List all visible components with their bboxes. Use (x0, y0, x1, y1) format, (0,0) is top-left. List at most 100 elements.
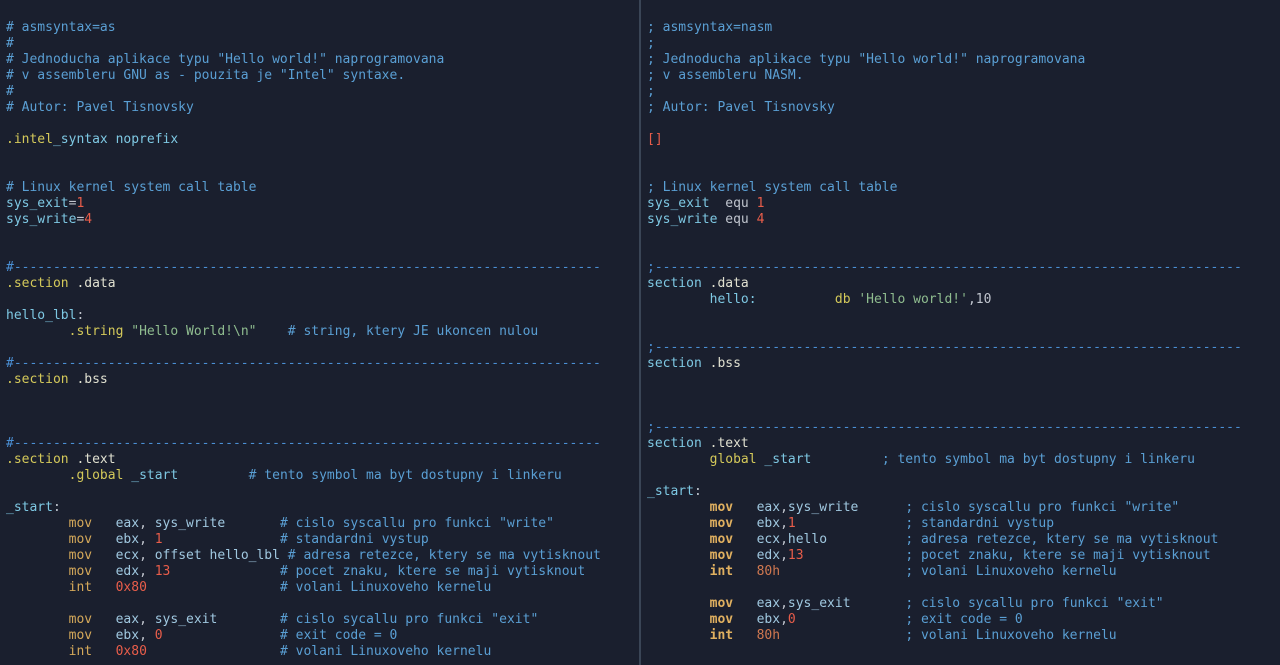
comment-line: # adresa retezce, ktery se ma vytisknout (288, 548, 601, 563)
comma: , (139, 612, 155, 627)
sys-exit-ref: sys_exit (155, 612, 218, 627)
comment-line: # Autor: Pavel Tisnovsky (6, 100, 194, 115)
comma: , (139, 548, 155, 563)
num-1: 1 (788, 516, 796, 531)
comment-line: ; Jednoducha aplikace typu "Hello world!… (647, 52, 1085, 67)
reg-ebx: ebx (757, 516, 780, 531)
section-kw: section (647, 276, 710, 291)
comment-line: # volani Linuxoveho kernelu (280, 644, 491, 659)
mov-op: mov (710, 516, 733, 531)
reg-eax: eax (116, 612, 139, 627)
reg-edx: edx (757, 548, 780, 563)
right-editor-pane[interactable]: ; asmsyntax=nasm ; ; Jednoducha aplikace… (641, 0, 1280, 665)
num-1: 1 (155, 532, 163, 547)
comment-line: # pocet znaku, ktere se maji vytisknout (280, 564, 585, 579)
num-1: 1 (757, 196, 765, 211)
reg-eax: eax (757, 596, 780, 611)
num-13: 13 (788, 548, 804, 563)
comment-line: # cislo syscallu pro funkci "write" (280, 516, 554, 531)
global-directive: global (710, 452, 765, 467)
reg-eax: eax (757, 500, 780, 515)
comma: , (780, 548, 788, 563)
comment-line: ; tento symbol ma byt dostupny i linkeru (811, 452, 1195, 467)
comment-line: ; standardni vystup (905, 516, 1054, 531)
intel-suffix: _syntax noprefix (53, 132, 178, 147)
comment-line: ; v assembleru NASM. (647, 68, 804, 83)
section-bss: .bss (710, 356, 741, 371)
mov-op: mov (710, 532, 733, 547)
mov-op: mov (69, 564, 92, 579)
section-data: .data (76, 276, 115, 291)
int-op: int (69, 580, 92, 595)
comment-line: ; Autor: Pavel Tisnovsky (647, 100, 835, 115)
comma: , (139, 628, 155, 643)
comment-line: # Jednoducha aplikace typu "Hello world!… (6, 52, 444, 67)
comment-line: # Linux kernel system call table (6, 180, 256, 195)
label-start: _start (6, 500, 53, 515)
comment-line: ; (647, 84, 655, 99)
mov-op: mov (69, 532, 92, 547)
sys-write-ref: sys_write (788, 500, 858, 515)
cursor-icon: [] (647, 132, 663, 147)
int-op: int (69, 644, 92, 659)
hello-ref: hello (788, 532, 827, 547)
comment-line: ; cislo sycallu pro funkci "exit" (905, 596, 1163, 611)
comma: , (139, 516, 155, 531)
sym-sys-write: sys_write (6, 212, 76, 227)
sym-sys-exit: sys_exit (647, 196, 710, 211)
hex-80h: 80h (757, 564, 780, 579)
reg-ecx: ecx (757, 532, 780, 547)
num-4: 4 (84, 212, 92, 227)
label-start: _start (647, 484, 694, 499)
comment-line: # cislo sycallu pro funkci "exit" (280, 612, 538, 627)
comma: , (780, 516, 788, 531)
comment-line: ; (647, 36, 655, 51)
divider: #---------------------------------------… (6, 436, 601, 451)
num-10: ,10 (968, 292, 991, 307)
global-directive: .global (69, 468, 132, 483)
comment-line: ; volani Linuxoveho kernelu (905, 628, 1116, 643)
db-directive: db (835, 292, 851, 307)
comma: , (139, 532, 155, 547)
section-kw: .section (6, 276, 76, 291)
mov-op: mov (69, 612, 92, 627)
section-kw: section (647, 356, 710, 371)
comment-line: ; pocet znaku, ktere se maji vytisknout (905, 548, 1210, 563)
num-0: 0 (155, 628, 163, 643)
comma: , (780, 596, 788, 611)
comma: , (780, 532, 788, 547)
left-editor-pane[interactable]: # asmsyntax=as # # Jednoducha aplikace t… (0, 0, 641, 665)
string-literal: 'Hello world!' (858, 292, 968, 307)
divider: ;---------------------------------------… (647, 340, 1242, 355)
divider: #---------------------------------------… (6, 260, 601, 275)
num-0: 0 (788, 612, 796, 627)
num-4: 4 (757, 212, 765, 227)
mov-op: mov (710, 612, 733, 627)
comment-line: ; volani Linuxoveho kernelu (905, 564, 1116, 579)
start-sym: _start (131, 468, 178, 483)
equ-kw: equ (725, 196, 748, 211)
equ-kw: equ (725, 212, 748, 227)
section-kw: .section (6, 452, 76, 467)
mov-op: mov (69, 628, 92, 643)
num-13: 13 (155, 564, 171, 579)
comment-line: # asmsyntax=as (6, 20, 116, 35)
mov-op: mov (710, 548, 733, 563)
divider: #---------------------------------------… (6, 356, 601, 371)
int-op: int (710, 628, 733, 643)
reg-ebx: ebx (116, 532, 139, 547)
colon: : (53, 500, 61, 515)
mov-op: mov (710, 500, 733, 515)
comment-line: # exit code = 0 (280, 628, 397, 643)
sym-sys-exit: sys_exit (6, 196, 69, 211)
section-text: .text (76, 452, 115, 467)
divider: ;---------------------------------------… (647, 260, 1242, 275)
comment-line: ; asmsyntax=nasm (647, 20, 772, 35)
section-kw: section (647, 436, 710, 451)
section-data: .data (710, 276, 749, 291)
section-kw: .section (6, 372, 76, 387)
comment-line: ; Linux kernel system call table (647, 180, 897, 195)
reg-ebx: ebx (757, 612, 780, 627)
int-op: int (710, 564, 733, 579)
hex-80: 0x80 (116, 644, 147, 659)
